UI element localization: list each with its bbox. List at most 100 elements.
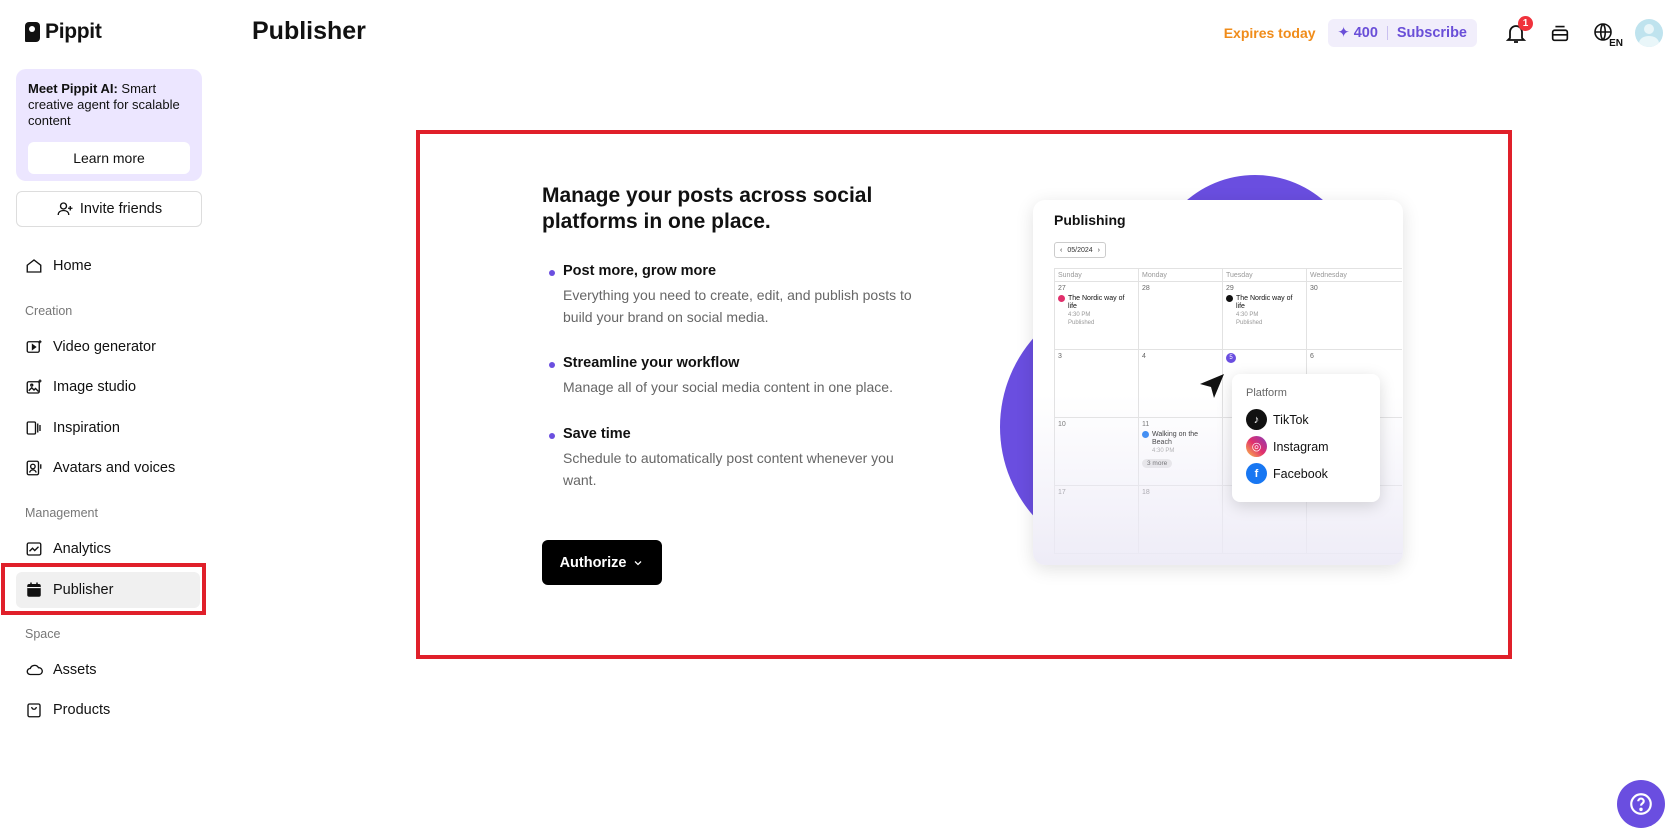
promo-card: Meet Pippit AI: Smart creative agent for… — [16, 69, 202, 181]
feature-description: Manage all of your social media content … — [563, 379, 893, 395]
day-number: 11 — [1142, 421, 1150, 428]
platform-option: ♪ TikTok — [1246, 406, 1366, 433]
authorize-button[interactable]: Authorize — [542, 540, 662, 585]
sidebar: Pippit Meet Pippit AI: Smart creative ag… — [0, 0, 218, 838]
day-number: 3 — [1058, 353, 1062, 360]
sidebar-item-products[interactable]: Products — [16, 692, 200, 728]
calendar-event: The Nordic way of life — [1226, 295, 1303, 311]
platform-menu: Platform ♪ TikTok ◎ Instagram f Facebook — [1232, 374, 1380, 502]
feature-item: Streamline your workflow Manage all of y… — [549, 354, 929, 398]
learn-more-button[interactable]: Learn more — [28, 142, 190, 174]
calendar-day: 3 — [1054, 350, 1138, 417]
calendar-day: 30 — [1306, 282, 1390, 349]
weekday-header: Sunday Monday Tuesday Wednesday — [1054, 268, 1402, 282]
calendar-day: 10 — [1054, 418, 1138, 485]
feature-title: Save time — [563, 426, 631, 442]
credits-subscribe-pill[interactable]: ✦ 400 Subscribe — [1327, 19, 1477, 47]
day-number: 6 — [1310, 353, 1314, 360]
facebook-icon: f — [1246, 463, 1267, 484]
sidebar-item-label: Assets — [53, 662, 97, 678]
sidebar-item-inspiration[interactable]: Inspiration — [16, 410, 200, 446]
feature-description: Everything you need to create, edit, and… — [563, 287, 912, 325]
feature-title: Post more, grow more — [563, 263, 717, 279]
pippit-logo[interactable]: Pippit — [25, 20, 102, 44]
current-day: 5 — [1226, 353, 1236, 363]
event-status: Published — [1236, 320, 1263, 326]
language-button[interactable]: EN — [1591, 20, 1623, 49]
authorize-label: Authorize — [559, 554, 627, 571]
sidebar-item-label: Avatars and voices — [53, 460, 176, 476]
page-title: Publisher — [252, 17, 366, 45]
tiktok-icon: ♪ — [1246, 409, 1267, 430]
day-number: 27 — [1058, 285, 1066, 292]
section-space: Space — [25, 627, 61, 641]
platform-title: Platform — [1246, 387, 1287, 399]
cloud-icon — [25, 661, 43, 679]
sidebar-item-analytics[interactable]: Analytics — [16, 531, 200, 567]
calendar-day: 28 — [1138, 282, 1222, 349]
calendar-day: 11 Walking on the Beach 4:30 PM 3 more — [1138, 418, 1222, 485]
sidebar-item-assets[interactable]: Assets — [16, 652, 200, 688]
calendar-title: Publishing — [1054, 212, 1126, 228]
feature-item: Save time Schedule to automatically post… — [549, 425, 929, 491]
chevron-down-icon — [634, 560, 642, 565]
event-title: The Nordic way of life — [1236, 295, 1293, 310]
billing-button[interactable] — [1547, 20, 1573, 46]
invite-label: Invite friends — [79, 201, 163, 217]
tiktok-icon — [1226, 295, 1233, 302]
sidebar-item-avatars-voices[interactable]: Avatars and voices — [16, 450, 200, 486]
calendar-event: The Nordic way of life — [1058, 295, 1135, 311]
day-number: 18 — [1142, 489, 1150, 496]
event-time: 4:30 PM — [1068, 312, 1091, 318]
promo-title: Meet Pippit AI: — [28, 81, 118, 96]
main-headline: Manage your posts across social platform… — [542, 184, 873, 233]
event-title: Walking on the Beach — [1152, 431, 1199, 446]
sidebar-item-label: Products — [53, 702, 111, 718]
feature-item: Post more, grow more Everything you need… — [549, 262, 929, 328]
event-title: The Nordic way of life — [1068, 295, 1125, 310]
home-icon — [25, 257, 43, 275]
sidebar-item-image-studio[interactable]: Image studio — [16, 369, 200, 405]
calendar-day: 18 — [1138, 486, 1222, 553]
platform-option: f Facebook — [1246, 460, 1366, 487]
day-number: 10 — [1058, 421, 1066, 428]
highlight-box-sidebar — [1, 563, 206, 615]
calendar-event: Walking on the Beach — [1142, 431, 1219, 447]
user-avatar[interactable] — [1635, 19, 1663, 47]
calendar-week: 27 The Nordic way of life 4:30 PM Publis… — [1054, 282, 1402, 350]
facebook-icon — [1142, 431, 1149, 438]
sidebar-item-video-generator[interactable]: Video generator — [16, 329, 200, 365]
event-time: 4:30 PM — [1152, 448, 1175, 454]
question-icon — [1630, 793, 1652, 815]
day-number: 29 — [1226, 285, 1234, 292]
inspiration-icon — [25, 419, 43, 437]
subscribe-button[interactable]: Subscribe — [1397, 25, 1467, 41]
pippit-logo-icon — [25, 22, 40, 42]
weekday: Tuesday — [1222, 269, 1306, 281]
help-button[interactable] — [1617, 780, 1665, 828]
sidebar-item-home[interactable]: Home — [16, 248, 200, 284]
divider — [1386, 26, 1388, 40]
weekday: Monday — [1138, 269, 1222, 281]
feature-title: Streamline your workflow — [563, 355, 740, 371]
notifications-button[interactable]: 1 — [1503, 16, 1533, 46]
platform-label: TikTok — [1273, 412, 1309, 427]
calendar-day: 29 The Nordic way of life 4:30 PM Publis… — [1222, 282, 1306, 349]
stack-icon — [1551, 25, 1569, 42]
bullet — [549, 362, 555, 368]
publishing-illustration: Publishing ‹ 05/2024 › Sunday Monday Tue… — [1000, 170, 1420, 565]
header-actions: Expires today ✦ 400 Subscribe 1 EN — [1224, 16, 1663, 49]
event-time: 4:30 PM — [1236, 312, 1259, 318]
calendar-day: 17 — [1054, 486, 1138, 553]
sparkle-icon: ✦ — [1337, 25, 1350, 41]
chevron-left-icon: ‹ — [1060, 246, 1063, 254]
bullet — [549, 433, 555, 439]
invite-friends-button[interactable]: Invite friends — [16, 191, 202, 227]
platform-label: Facebook — [1273, 466, 1328, 481]
event-status: Published — [1068, 320, 1095, 326]
section-creation: Creation — [25, 304, 73, 318]
logo-text: Pippit — [45, 20, 102, 43]
platform-label: Instagram — [1273, 439, 1329, 454]
cursor-arrow-icon — [1200, 374, 1224, 398]
weekday: Wednesday — [1306, 269, 1390, 281]
